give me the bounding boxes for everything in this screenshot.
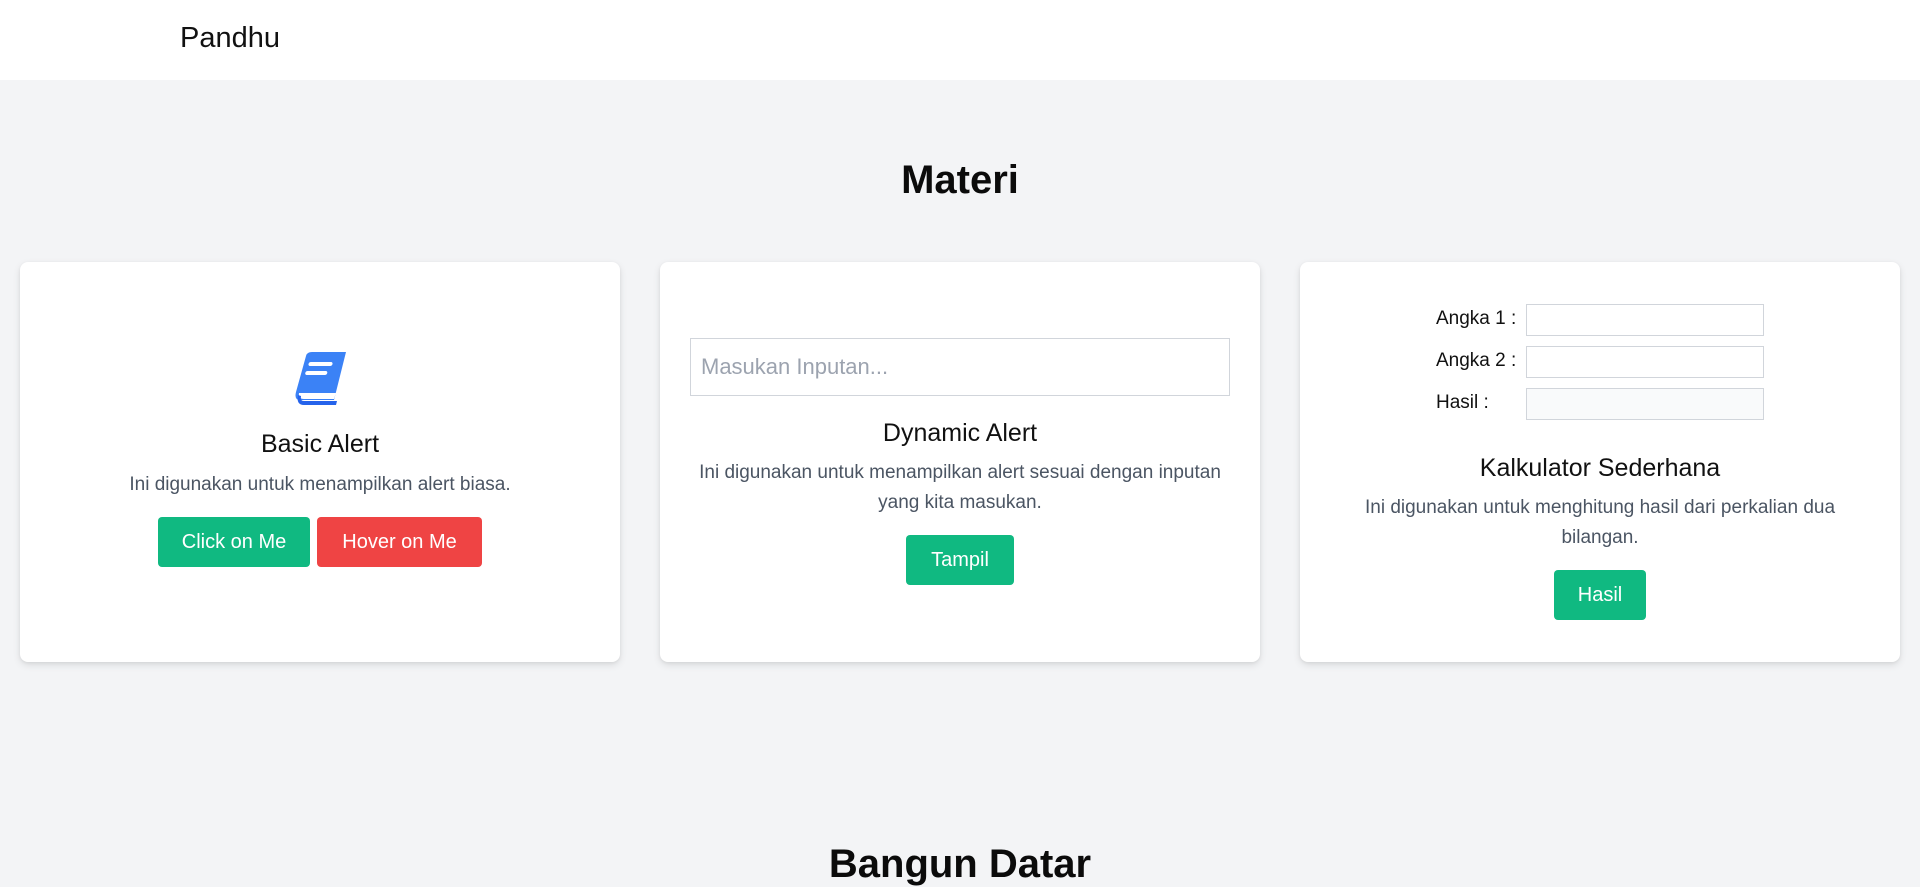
dynamic-alert-card: Dynamic Alert Ini digunakan untuk menamp…	[660, 262, 1260, 662]
basic-alert-card: Basic Alert Ini digunakan untuk menampil…	[20, 262, 620, 662]
angka-1-input[interactable]	[1526, 304, 1764, 336]
calculator-title: Kalkulator Sederhana	[1479, 454, 1721, 482]
basic-alert-description: Ini digunakan untuk menampilkan alert bi…	[129, 474, 511, 495]
hasil-label: Hasil :	[1436, 392, 1489, 413]
section-title-bangun-datar: Bangun Datar	[828, 842, 1092, 886]
angka-1-label: Angka 1 :	[1436, 308, 1517, 329]
dynamic-alert-input[interactable]	[690, 338, 1230, 396]
click-on-me-button[interactable]: Click on Me	[158, 517, 310, 567]
brand-logo-text[interactable]: Pandhu	[180, 22, 280, 55]
tampil-button[interactable]: Tampil	[906, 535, 1014, 585]
dynamic-alert-description: Ini digunakan untuk menampilkan alert se…	[699, 462, 1221, 513]
basic-alert-title: Basic Alert	[260, 430, 380, 458]
navbar: Pandhu	[0, 0, 1920, 80]
section-title-materi: Materi	[901, 158, 1019, 202]
hasil-output-field[interactable]	[1526, 388, 1764, 420]
hover-on-me-button[interactable]: Hover on Me	[317, 517, 482, 567]
calculator-card: Angka 1 : Angka 2 : Hasil : Kalkulator S…	[1300, 262, 1900, 662]
calculator-description: Ini digunakan untuk menghitung hasil dar…	[1364, 497, 1836, 548]
angka-2-input[interactable]	[1526, 346, 1764, 378]
book-icon	[295, 352, 346, 405]
hasil-button[interactable]: Hasil	[1554, 570, 1646, 620]
dynamic-alert-title: Dynamic Alert	[882, 419, 1038, 447]
angka-2-label: Angka 2 :	[1436, 350, 1517, 371]
